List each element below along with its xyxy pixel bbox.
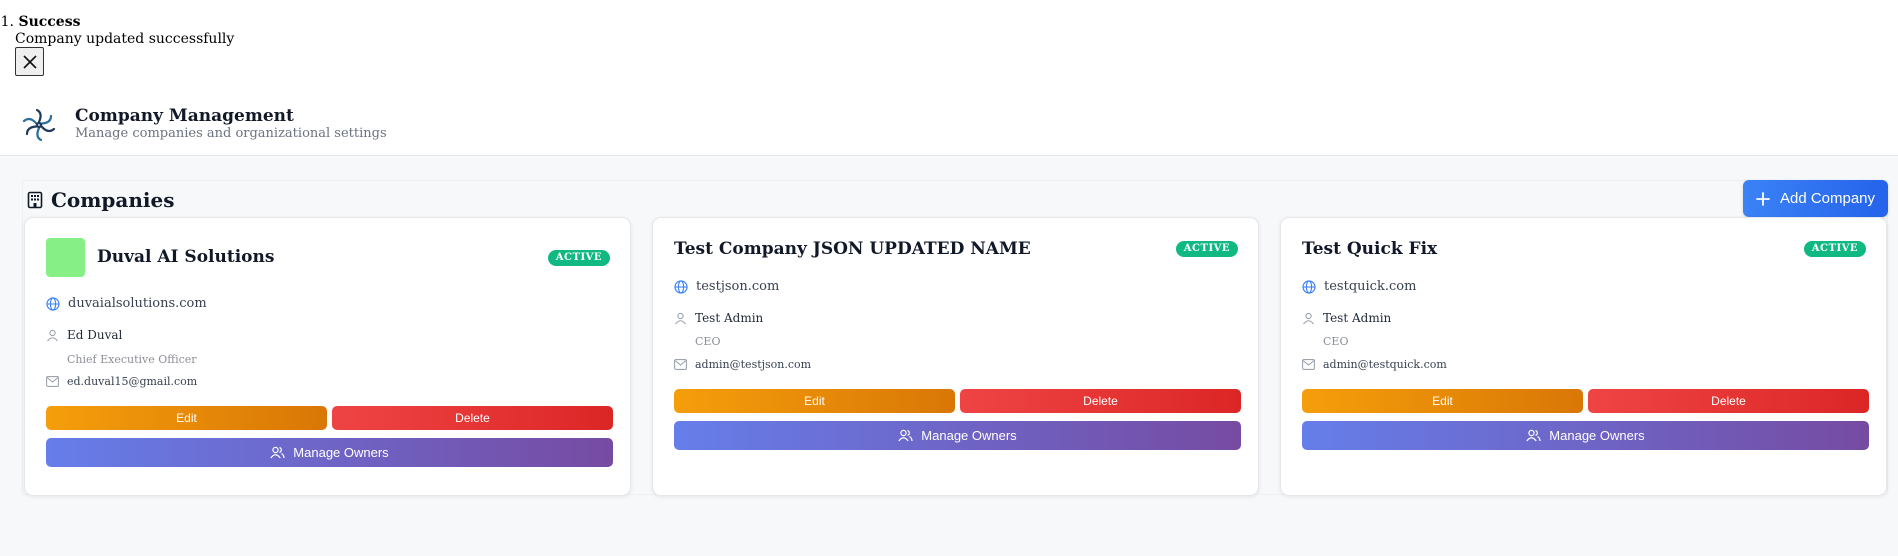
- section-header: Companies: [27, 188, 175, 212]
- users-icon: [1526, 429, 1541, 442]
- status-badge: ACTIVE: [1175, 241, 1238, 257]
- company-name: Test Quick Fix: [1302, 239, 1438, 259]
- globe-icon: [1302, 279, 1316, 294]
- company-logo: [46, 238, 85, 277]
- manage-owners-button[interactable]: Manage Owners: [674, 421, 1241, 450]
- mail-icon: [674, 359, 687, 370]
- owner-email: admin@testjson.com: [674, 358, 811, 371]
- toast-list-number: 1.: [0, 14, 14, 30]
- company-name: Duval AI Solutions: [97, 247, 275, 267]
- globe-icon: [674, 279, 688, 294]
- mail-icon: [46, 376, 59, 387]
- page-title: Company Management: [75, 106, 294, 126]
- email-text: ed.duval15@gmail.com: [67, 375, 198, 388]
- close-icon: [22, 54, 37, 69]
- website-text: testjson.com: [696, 279, 780, 294]
- owner-title: CEO: [1323, 335, 1349, 348]
- toast-notification: 1. Success Company updated successfully: [0, 14, 235, 76]
- company-card: Test Quick Fix ACTIVE testquick.com Test…: [1280, 217, 1887, 496]
- owner-name-text: Ed Duval: [67, 328, 123, 342]
- owner-title: Chief Executive Officer: [67, 353, 197, 366]
- owner-name: Ed Duval: [46, 328, 122, 342]
- owner-name-text: Test Admin: [1323, 311, 1392, 325]
- owner-name: Test Admin: [674, 311, 763, 325]
- mail-icon: [1302, 359, 1315, 370]
- edit-button[interactable]: Edit: [1302, 389, 1583, 413]
- owner-email: admin@testquick.com: [1302, 358, 1447, 371]
- users-icon: [270, 446, 285, 459]
- toast-title: Success: [18, 14, 81, 30]
- email-text: admin@testquick.com: [1323, 358, 1447, 371]
- add-company-button[interactable]: Add Company: [1743, 180, 1888, 217]
- owner-name: Test Admin: [1302, 311, 1391, 325]
- status-badge: ACTIVE: [1803, 241, 1866, 257]
- owner-title: CEO: [695, 335, 721, 348]
- owner-email: ed.duval15@gmail.com: [46, 375, 197, 388]
- toast-message: Company updated successfully: [15, 31, 235, 47]
- globe-icon: [46, 296, 60, 311]
- delete-button[interactable]: Delete: [332, 406, 613, 430]
- company-card: Test Company JSON UPDATED NAME ACTIVE te…: [652, 217, 1259, 496]
- status-badge: ACTIVE: [547, 250, 610, 266]
- owner-name-text: Test Admin: [695, 311, 764, 325]
- website-text: duvaialsolutions.com: [68, 296, 207, 311]
- page-header: Company Management Manage companies and …: [0, 100, 1898, 156]
- user-icon: [675, 312, 686, 324]
- toast-close-button[interactable]: [15, 47, 44, 76]
- manage-owners-button[interactable]: Manage Owners: [1302, 421, 1869, 450]
- email-text: admin@testjson.com: [695, 358, 812, 371]
- manage-owners-label: Manage Owners: [1549, 428, 1645, 443]
- company-website: duvaialsolutions.com: [46, 296, 207, 311]
- company-card: Duval AI Solutions ACTIVE duvaialsolutio…: [24, 217, 631, 496]
- edit-button[interactable]: Edit: [674, 389, 955, 413]
- plus-icon: [1756, 191, 1770, 206]
- company-name: Test Company JSON UPDATED NAME: [674, 239, 1031, 259]
- users-icon: [898, 429, 913, 442]
- add-company-label: Add Company: [1779, 190, 1876, 207]
- building-icon: [27, 191, 43, 209]
- delete-button[interactable]: Delete: [1588, 389, 1869, 413]
- company-website: testjson.com: [674, 279, 779, 294]
- toast-title-row: 1. Success: [0, 14, 234, 31]
- manage-owners-label: Manage Owners: [293, 445, 389, 460]
- user-icon: [1303, 312, 1314, 324]
- manage-owners-label: Manage Owners: [921, 428, 1017, 443]
- edit-button[interactable]: Edit: [46, 406, 327, 430]
- website-text: testquick.com: [1324, 279, 1417, 294]
- company-website: testquick.com: [1302, 279, 1416, 294]
- manage-owners-button[interactable]: Manage Owners: [46, 438, 613, 467]
- delete-button[interactable]: Delete: [960, 389, 1241, 413]
- section-title: Companies: [51, 188, 175, 212]
- page-subtitle: Manage companies and organizational sett…: [75, 126, 387, 141]
- app-logo-icon: [22, 108, 56, 142]
- user-icon: [47, 329, 58, 341]
